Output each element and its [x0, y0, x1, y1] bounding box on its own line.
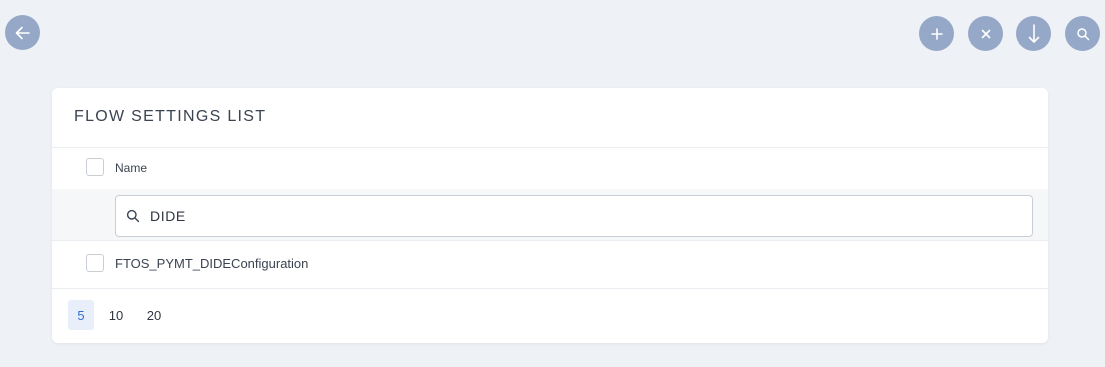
arrow-left-icon	[15, 26, 30, 39]
back-button[interactable]	[5, 15, 40, 50]
search-button[interactable]	[1065, 16, 1100, 51]
column-header-name[interactable]: Name	[115, 161, 147, 175]
add-button[interactable]	[919, 16, 954, 51]
arrow-down-icon	[1028, 23, 1039, 43]
table-row[interactable]: FTOS_PYMT_DIDEConfiguration	[115, 256, 308, 271]
page-size-5[interactable]: 5	[68, 300, 94, 330]
flow-settings-card: FLOW SETTINGS LIST Name FTOS_PYMT_DIDECo…	[52, 88, 1048, 343]
name-filter-input[interactable]	[150, 206, 1010, 226]
divider	[52, 288, 1048, 289]
divider	[52, 240, 1048, 241]
page-size-10[interactable]: 10	[104, 300, 128, 330]
search-icon	[126, 209, 140, 223]
close-icon	[981, 29, 990, 38]
page-title: FLOW SETTINGS LIST	[74, 108, 267, 125]
select-all-checkbox[interactable]	[86, 158, 104, 176]
clear-button[interactable]	[968, 16, 1003, 51]
filter-row	[52, 189, 1048, 240]
page-size-20[interactable]: 20	[142, 300, 166, 330]
name-filter-field[interactable]	[115, 195, 1033, 237]
search-icon	[1076, 27, 1089, 40]
download-button[interactable]	[1016, 16, 1051, 51]
plus-icon	[930, 27, 943, 40]
divider	[52, 147, 1048, 148]
row-checkbox[interactable]	[86, 254, 104, 272]
